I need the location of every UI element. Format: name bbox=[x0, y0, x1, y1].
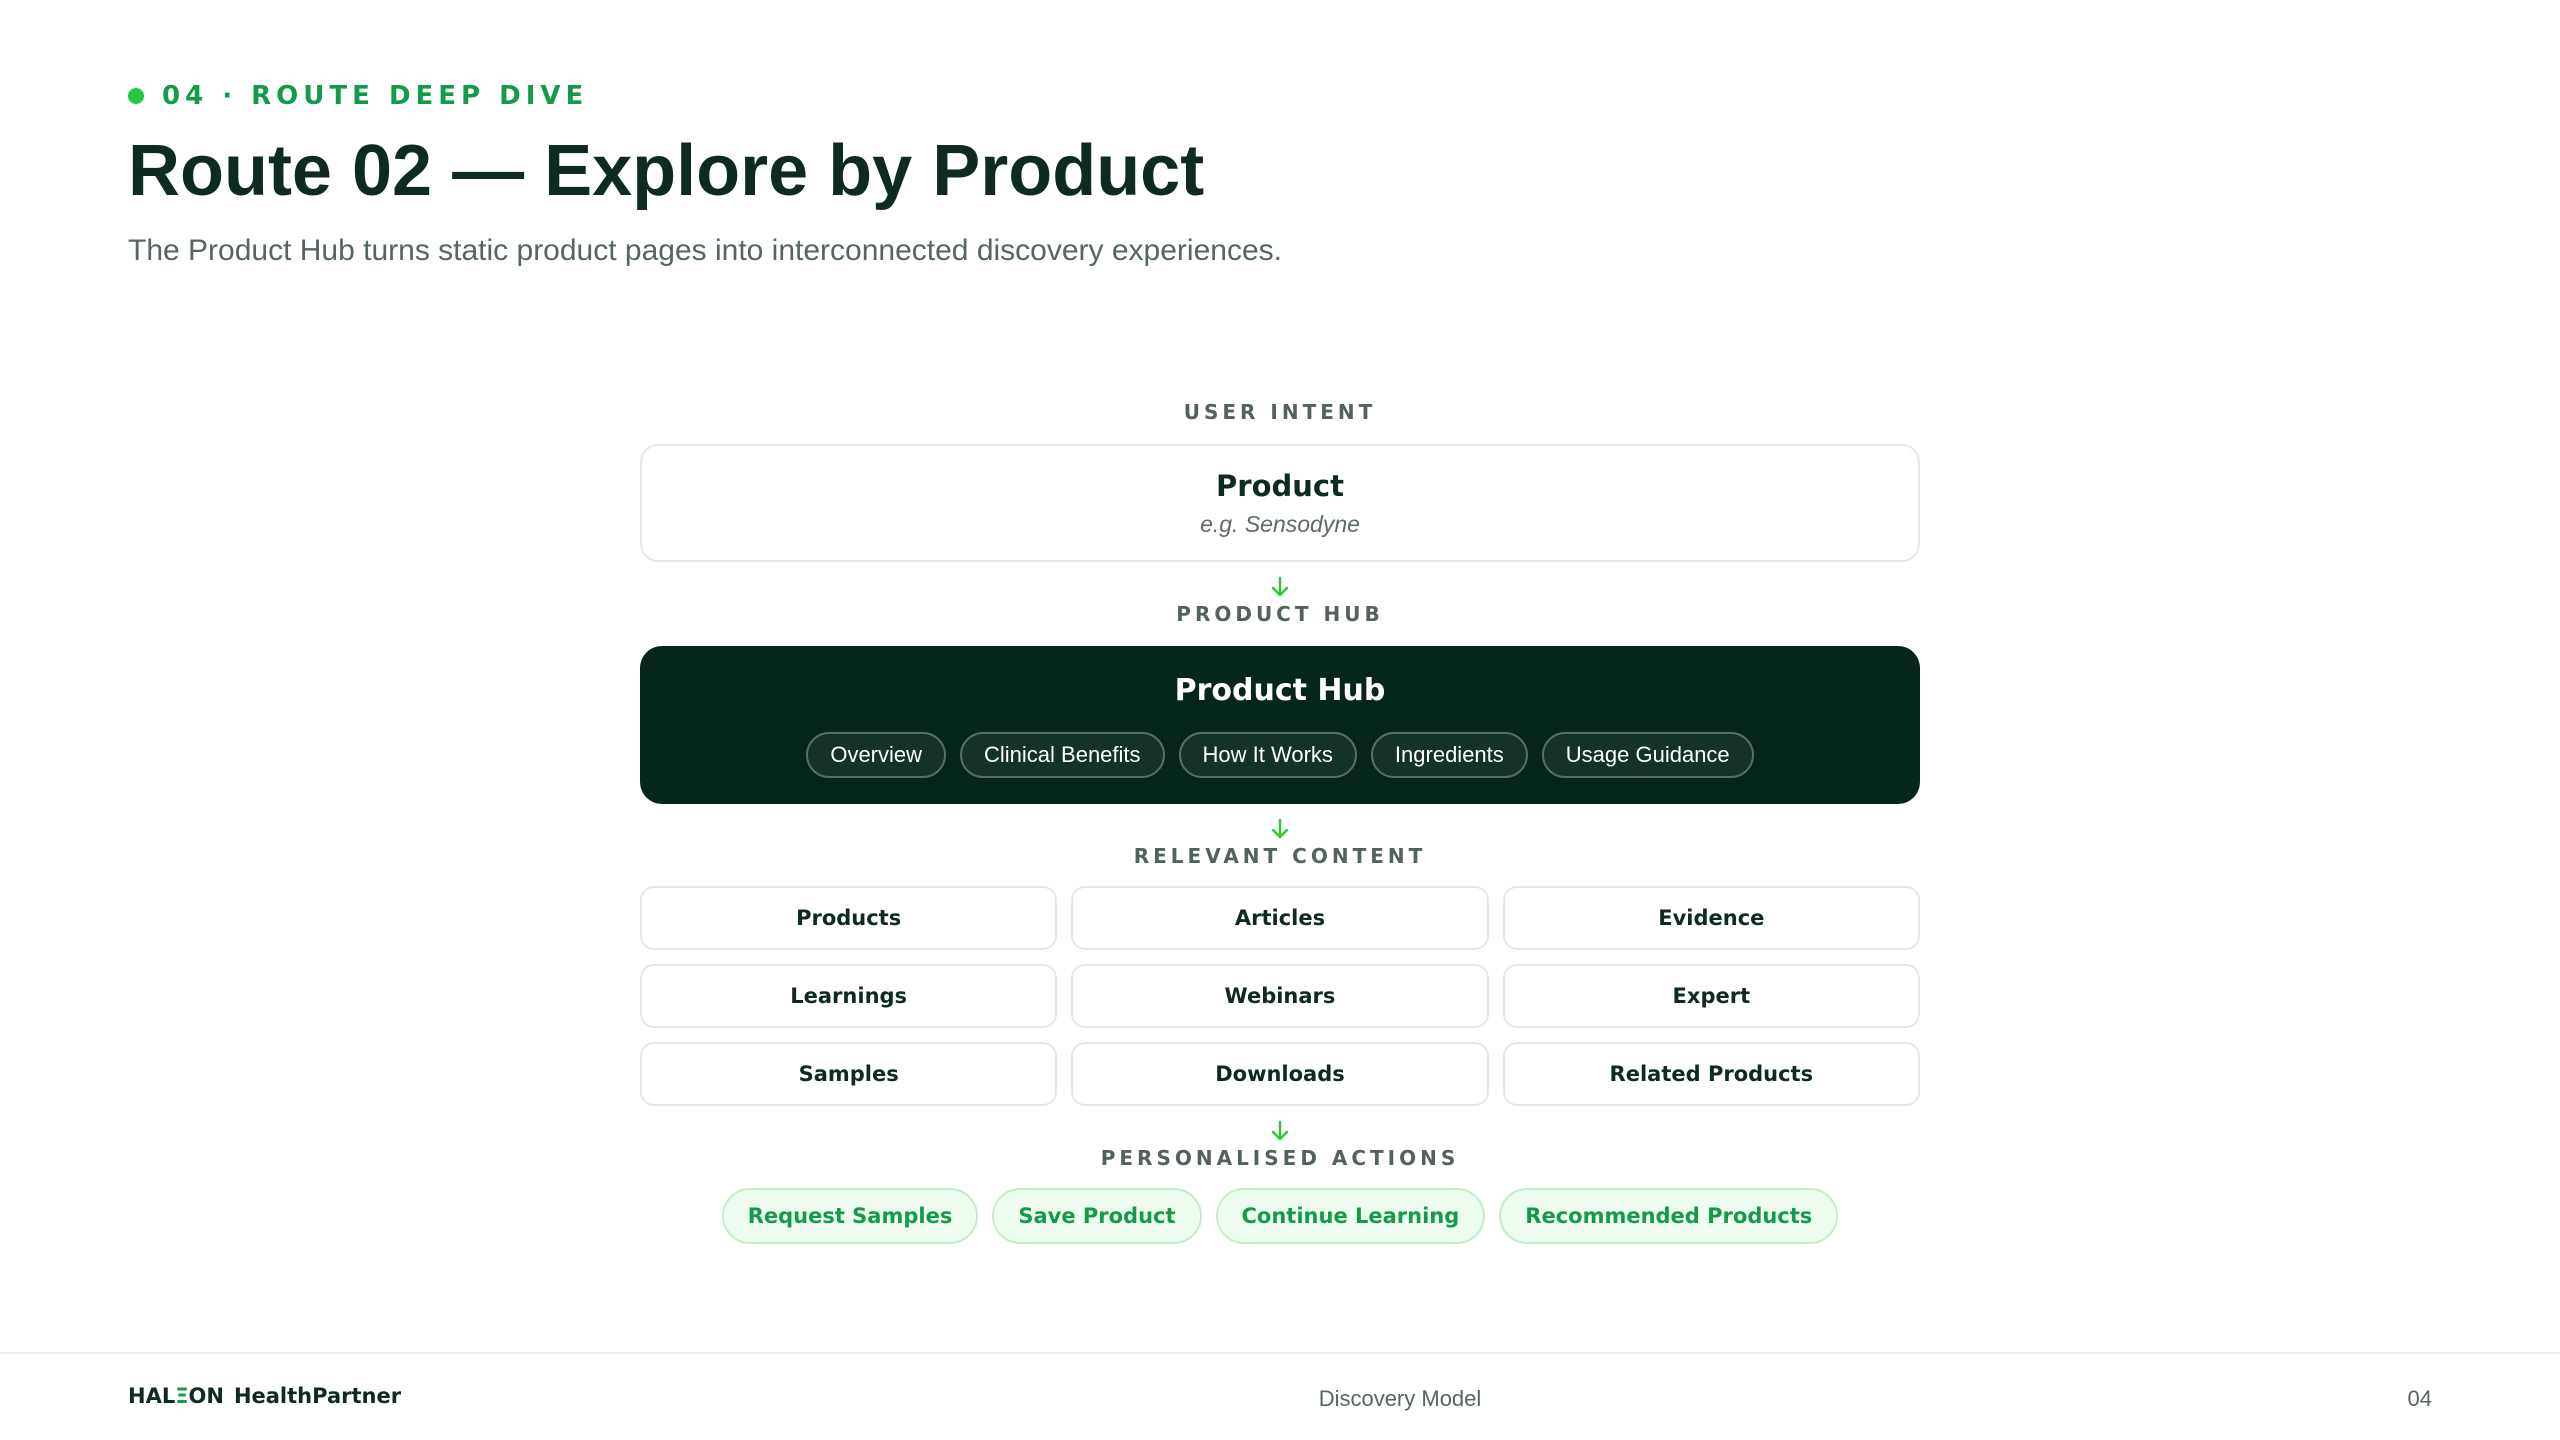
user-intent-box: Product e.g. Sensodyne bbox=[640, 444, 1920, 562]
user-intent-title: Product bbox=[1216, 468, 1344, 503]
personalised-actions: Request Samples Save Product Continue Le… bbox=[640, 1188, 1920, 1244]
chip-overview[interactable]: Overview bbox=[806, 731, 947, 778]
content-card-downloads[interactable]: Downloads bbox=[1071, 1042, 1489, 1106]
page-subtitle: The Product Hub turns static product pag… bbox=[128, 234, 1282, 267]
eyebrow-text: 04 · ROUTE DEEP DIVE bbox=[162, 81, 589, 111]
discovery-diagram: USER INTENT Product e.g. Sensodyne PRODU… bbox=[640, 400, 1920, 1244]
personalised-actions-label: PERSONALISED ACTIONS bbox=[1100, 1146, 1460, 1170]
relevant-content-label: RELEVANT CONTENT bbox=[1133, 844, 1427, 868]
content-card-samples[interactable]: Samples bbox=[640, 1042, 1058, 1106]
content-card-expert[interactable]: Expert bbox=[1502, 964, 1920, 1028]
page-title: Route 02 — Explore by Product bbox=[128, 131, 1205, 211]
content-card-evidence[interactable]: Evidence bbox=[1502, 886, 1920, 950]
page-number: 04 bbox=[2407, 1386, 2432, 1411]
arrow-down-icon bbox=[640, 1116, 1920, 1146]
section-eyebrow: 04 · ROUTE DEEP DIVE bbox=[128, 80, 588, 112]
content-card-products[interactable]: Products bbox=[640, 886, 1058, 950]
recommended-products-button[interactable]: Recommended Products bbox=[1499, 1188, 1839, 1244]
product-hub-title: Product Hub bbox=[1174, 672, 1386, 708]
product-hub-box: Product Hub Overview Clinical Benefits H… bbox=[640, 646, 1920, 804]
relevant-content-grid: Products Articles Evidence Learnings Web… bbox=[640, 886, 1920, 1106]
continue-learning-button[interactable]: Continue Learning bbox=[1215, 1188, 1486, 1244]
content-card-articles[interactable]: Articles bbox=[1071, 886, 1489, 950]
footer-section-title: Discovery Model bbox=[1318, 1386, 1482, 1411]
arrow-down-icon bbox=[640, 814, 1920, 844]
arrow-down-icon bbox=[640, 572, 1920, 602]
chip-usage-guidance[interactable]: Usage Guidance bbox=[1541, 731, 1754, 778]
chip-ingredients[interactable]: Ingredients bbox=[1370, 731, 1528, 778]
request-samples-button[interactable]: Request Samples bbox=[721, 1188, 979, 1244]
content-card-related-products[interactable]: Related Products bbox=[1502, 1042, 1920, 1106]
product-hub-chips: Overview Clinical Benefits How It Works … bbox=[806, 731, 1754, 778]
footer: HALΞON HealthPartner Discovery Model 04 bbox=[0, 1352, 2560, 1440]
content-card-webinars[interactable]: Webinars bbox=[1071, 964, 1489, 1028]
user-intent-label: USER INTENT bbox=[1183, 400, 1377, 424]
content-card-learnings[interactable]: Learnings bbox=[640, 964, 1058, 1028]
chip-clinical-benefits[interactable]: Clinical Benefits bbox=[960, 731, 1165, 778]
chip-how-it-works[interactable]: How It Works bbox=[1178, 731, 1357, 778]
product-hub-label: PRODUCT HUB bbox=[1176, 602, 1384, 626]
user-intent-example: e.g. Sensodyne bbox=[1200, 510, 1360, 537]
status-dot-icon bbox=[128, 88, 144, 104]
save-product-button[interactable]: Save Product bbox=[992, 1188, 1202, 1244]
